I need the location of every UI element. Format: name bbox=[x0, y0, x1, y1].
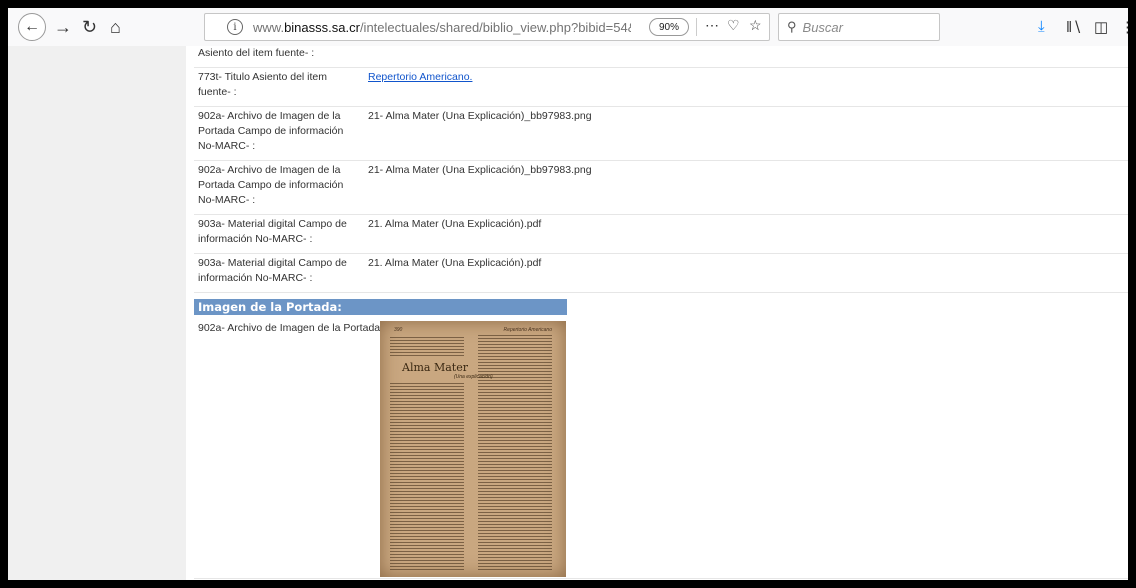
field-value: 21. Alma Mater (Una Explicación).pdf bbox=[364, 214, 1128, 254]
field-label: 903a- Material digital Campo de informac… bbox=[194, 214, 364, 254]
url-bar[interactable]: i www.binasss.sa.cr/intelectuales/shared… bbox=[204, 13, 770, 41]
home-icon[interactable]: ⌂ bbox=[110, 14, 121, 40]
field-value: 21- Alma Mater (Una Explicación)_bb97983… bbox=[364, 160, 1128, 215]
cover-text-column bbox=[390, 383, 464, 571]
field-value: Repertorio Americano. bbox=[364, 67, 1128, 107]
sidebar-toggle-icon[interactable]: ◫ bbox=[1094, 18, 1108, 36]
search-icon: ⚲ bbox=[787, 19, 797, 34]
back-icon[interactable]: ← bbox=[18, 13, 46, 41]
field-value: 21- Alma Mater (Una Explicación)_bb97983… bbox=[364, 106, 1128, 161]
menu-icon[interactable]: ⋮ bbox=[1120, 18, 1128, 36]
cover-page-number: 390 bbox=[394, 327, 403, 333]
browser-window: ← → ↻ ⌂ i www.binasss.sa.cr/intelectuale… bbox=[8, 8, 1128, 580]
cover-image[interactable]: 390 Repertorio Americano Alma Mater (Una… bbox=[380, 321, 566, 577]
repertorio-link[interactable]: Repertorio Americano. bbox=[368, 71, 472, 83]
field-label: 902a- Archivo de Imagen de la Portada Ca… bbox=[194, 106, 364, 161]
left-margin bbox=[8, 46, 186, 580]
portada-section-header: Imagen de la Portada: bbox=[194, 299, 567, 315]
search-placeholder: Buscar bbox=[802, 19, 843, 35]
table-row: Asiento del item fuente- : bbox=[194, 46, 1128, 68]
library-icon[interactable]: ‖∖ bbox=[1066, 18, 1082, 36]
browser-toolbar: ← → ↻ ⌂ i www.binasss.sa.cr/intelectuale… bbox=[8, 8, 1128, 47]
download-icon[interactable]: ⤓ bbox=[1038, 18, 1045, 35]
record-fields-table: Asiento del item fuente- : 773t- Titulo … bbox=[194, 46, 1128, 293]
cover-text-block bbox=[390, 337, 464, 357]
cover-title: Alma Mater bbox=[402, 361, 468, 374]
field-label: 902a- Archivo de Imagen de la Portada Ca… bbox=[194, 160, 364, 215]
page-actions-icon[interactable]: ⋯ bbox=[705, 17, 719, 34]
table-row: 902a- Archivo de Imagen de la Portada Ca… bbox=[194, 106, 1128, 161]
cover-text-column bbox=[478, 335, 552, 571]
table-row: 902a- Archivo de Imagen de la Portada Ca… bbox=[194, 160, 1128, 215]
pocket-icon[interactable]: ♡ bbox=[727, 17, 740, 34]
field-label: 903a- Material digital Campo de informac… bbox=[194, 253, 364, 293]
table-row: 903a- Material digital Campo de informac… bbox=[194, 214, 1128, 254]
url-text[interactable]: www.binasss.sa.cr/intelectuales/shared/b… bbox=[253, 20, 631, 35]
site-info-icon[interactable]: i bbox=[227, 19, 243, 35]
cover-journal-name: Repertorio Americano bbox=[503, 327, 552, 333]
divider bbox=[194, 578, 1128, 579]
urlbar-divider bbox=[696, 18, 697, 36]
field-label: Asiento del item fuente- : bbox=[194, 46, 364, 68]
reload-icon[interactable]: ↻ bbox=[82, 14, 97, 40]
table-row: 903a- Material digital Campo de informac… bbox=[194, 253, 1128, 293]
forward-icon[interactable]: → bbox=[54, 14, 72, 40]
field-value: 21. Alma Mater (Una Explicación).pdf bbox=[364, 253, 1128, 293]
field-label: 773t- Titulo Asiento del item fuente- : bbox=[194, 67, 364, 107]
field-value bbox=[364, 46, 1128, 68]
portada-field-label: 902a- Archivo de Imagen de la Portada: bbox=[198, 322, 384, 334]
zoom-level-button[interactable]: 90% bbox=[649, 18, 689, 36]
record-detail: Asiento del item fuente- : 773t- Titulo … bbox=[194, 46, 1128, 580]
bookmark-star-icon[interactable]: ☆ bbox=[749, 17, 762, 34]
cover-running-head: 390 Repertorio Americano bbox=[394, 327, 552, 333]
search-box[interactable]: ⚲ Buscar bbox=[778, 13, 940, 41]
page-content: Asiento del item fuente- : 773t- Titulo … bbox=[8, 46, 1128, 580]
table-row: 773t- Titulo Asiento del item fuente- : … bbox=[194, 67, 1128, 107]
